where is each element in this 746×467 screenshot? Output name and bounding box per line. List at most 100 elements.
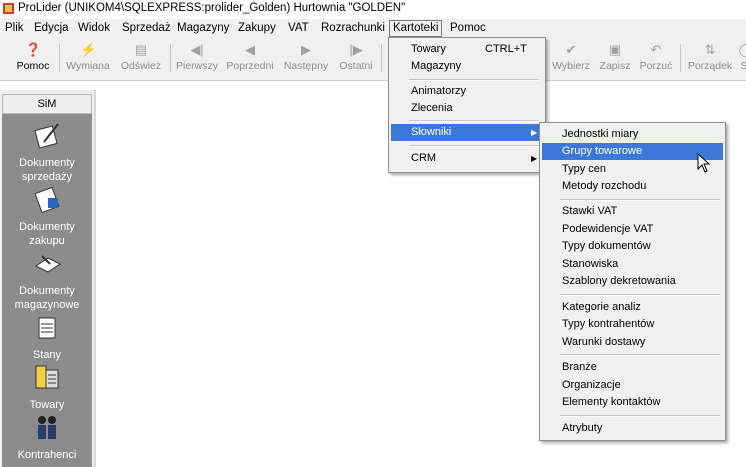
menu-item-animatorzy[interactable]: Animatorzy (391, 83, 543, 100)
refresh-icon: ▤ (134, 42, 148, 57)
next-button-label: Następny (283, 60, 329, 72)
save-icon: ▣ (608, 42, 622, 57)
menu-separator (560, 199, 720, 201)
sidebar-item-label: Kontrahenci (17, 449, 77, 461)
exchange-button-label: Wymiana (66, 60, 110, 72)
submenu-item-podewidencje-vat[interactable]: Podewidencje VAT (542, 221, 723, 238)
refresh-button-label: Odśwież (120, 60, 162, 72)
sidebar-item-sales-documents[interactable]: Dokumenty sprzedaży (2, 120, 92, 184)
sort-button-label: Porządek (687, 60, 733, 72)
submenu-item-atrybuty[interactable]: Atrybuty (542, 420, 723, 437)
submenu-item-branze[interactable]: Branże (542, 359, 723, 376)
next-button[interactable]: ▶ Następny (280, 40, 332, 76)
submenu-item-grupy-towarowe[interactable]: Grupy towarowe (542, 143, 723, 160)
sales-documents-icon (34, 123, 59, 149)
submenu-item-jednostki-miary[interactable]: Jednostki miary (542, 126, 723, 143)
menu-item-slowniki[interactable]: Słowniki ▶ (391, 124, 543, 141)
submenu-item-label: Kategorie analiz (562, 301, 641, 313)
submenu-item-label: Grupy towarowe (562, 145, 643, 157)
submenu-item-label: Warunki dostawy (562, 336, 646, 348)
save-button[interactable]: ▣ Zapisz (596, 40, 634, 76)
menu-plik[interactable]: Plik (2, 21, 27, 36)
help-button[interactable]: ❓ Pomoc (10, 40, 56, 76)
submenu-item-typy-kontrahentow[interactable]: Typy kontrahentów (542, 316, 723, 333)
app-icon (3, 3, 14, 14)
undo-button-label: Porzuć (639, 60, 673, 72)
menu-vat[interactable]: VAT (285, 21, 312, 36)
select-button[interactable]: ✔ Wybierz (548, 40, 594, 76)
menu-sprzedaz[interactable]: Sprzedaż (119, 21, 174, 36)
submenu-item-organizacje[interactable]: Organizacje (542, 377, 723, 394)
submenu-item-label: Metody rozchodu (562, 180, 647, 192)
toolbar-separator (381, 44, 382, 72)
menu-item-label: Magazyny (411, 60, 462, 72)
sidebar-item-contractors[interactable]: Kontrahenci (2, 412, 92, 462)
menu-item-label: Słowniki (411, 126, 452, 138)
previous-button[interactable]: ◀ Poprzedni (223, 40, 277, 76)
menu-separator (560, 415, 720, 417)
submenu-item-kategorie-analiz[interactable]: Kategorie analiz (542, 299, 723, 316)
warehouse-documents-icon (35, 255, 61, 273)
menu-item-label: Zlecenia (411, 102, 453, 114)
submenu-item-label: Podewidencje VAT (562, 223, 654, 235)
submenu-item-szablony-dekretowania[interactable]: Szablony dekretowania (542, 273, 723, 290)
undo-button[interactable]: ↶ Porzuć (636, 40, 676, 76)
submenu-item-warunki-dostawy[interactable]: Warunki dostawy (542, 334, 723, 351)
sidebar-item-stock-levels[interactable]: Stany (2, 312, 92, 362)
stock-levels-icon (38, 317, 56, 339)
submenu-item-elementy-kontaktow[interactable]: Elementy kontaktów (542, 394, 723, 411)
search-icon: ◯ (738, 42, 746, 58)
sort-button[interactable]: ⇅ Porządek (684, 40, 736, 76)
exchange-button[interactable]: ⚡ Wymiana (62, 40, 114, 76)
mouse-cursor-icon (697, 153, 711, 173)
submenu-item-typy-cen[interactable]: Typy cen (542, 161, 723, 178)
toolbar-separator (170, 44, 171, 72)
window-title: ProLider (UNIKOM4\SQLEXPRESS:prolider_Go… (18, 2, 406, 14)
sidebar-item-label: Dokumenty zakupu (19, 221, 75, 247)
sidebar-item-purchase-documents[interactable]: Dokumenty zakupu (2, 184, 92, 248)
first-button[interactable]: ◀| Pierwszy (173, 40, 221, 76)
sidebar-header[interactable]: SiM (2, 94, 92, 114)
submenu-item-label: Elementy kontaktów (562, 396, 661, 408)
menu-item-towary[interactable]: Towary CTRL+T (391, 41, 543, 58)
menu-zakupy[interactable]: Zakupy (235, 21, 279, 36)
submenu-item-label: Stanowiska (562, 258, 619, 270)
title-bar: ProLider (UNIKOM4\SQLEXPRESS:prolider_Go… (0, 0, 746, 18)
submenu-item-label: Szablony dekretowania (562, 275, 676, 287)
submenu-item-label: Jednostki miary (562, 128, 639, 140)
menu-item-magazyny[interactable]: Magazyny (391, 58, 543, 75)
menu-widok[interactable]: Widok (75, 21, 113, 36)
goods-icon (35, 365, 59, 389)
submenu-item-metody-rozchodu[interactable]: Metody rozchodu (542, 178, 723, 195)
next-icon: ▶ (301, 42, 311, 57)
menu-rozrachunki[interactable]: Rozrachunki (318, 21, 388, 36)
select-button-label: Wybierz (552, 60, 590, 72)
menu-pomoc[interactable]: Pomoc (447, 21, 489, 36)
toolbar-separator (680, 44, 681, 72)
menu-kartoteki[interactable]: Kartoteki (389, 20, 443, 37)
menu-item-zlecenia[interactable]: Zlecenia (391, 100, 543, 117)
menu-item-crm[interactable]: CRM ▶ (391, 150, 543, 167)
submenu-item-label: Typy cen (562, 163, 607, 175)
submenu-item-stanowiska[interactable]: Stanowiska (542, 256, 723, 273)
search-button[interactable]: ◯ S (738, 40, 746, 76)
search-button-label: S (740, 60, 746, 72)
submenu-item-typy-dokumentow[interactable]: Typy dokumentów (542, 238, 723, 255)
sidebar-item-warehouse-documents[interactable]: Dokumenty magazynowe (2, 248, 92, 312)
submenu-item-stawki-vat[interactable]: Stawki VAT (542, 203, 723, 220)
menu-separator (409, 145, 539, 147)
help-button-label: Pomoc (16, 60, 50, 72)
menu-edycja[interactable]: Edycja (31, 21, 72, 36)
menu-separator (409, 120, 539, 122)
sidebar-splitter[interactable] (94, 90, 96, 467)
purchase-documents-icon (34, 186, 60, 214)
kartoteki-menu: Towary CTRL+T Magazyny Animatorzy Zlecen… (388, 37, 546, 173)
last-button[interactable]: |▶ Ostatni (334, 40, 378, 76)
previous-button-label: Poprzedni (226, 60, 274, 72)
refresh-button[interactable]: ▤ Odśwież (116, 40, 166, 76)
submenu-item-label: Stawki VAT (562, 205, 618, 217)
toolbar-separator (59, 44, 60, 72)
submenu-item-label: Branże (562, 361, 597, 373)
menu-magazyny[interactable]: Magazyny (174, 21, 232, 36)
sidebar-item-goods[interactable]: Towary (2, 362, 92, 412)
